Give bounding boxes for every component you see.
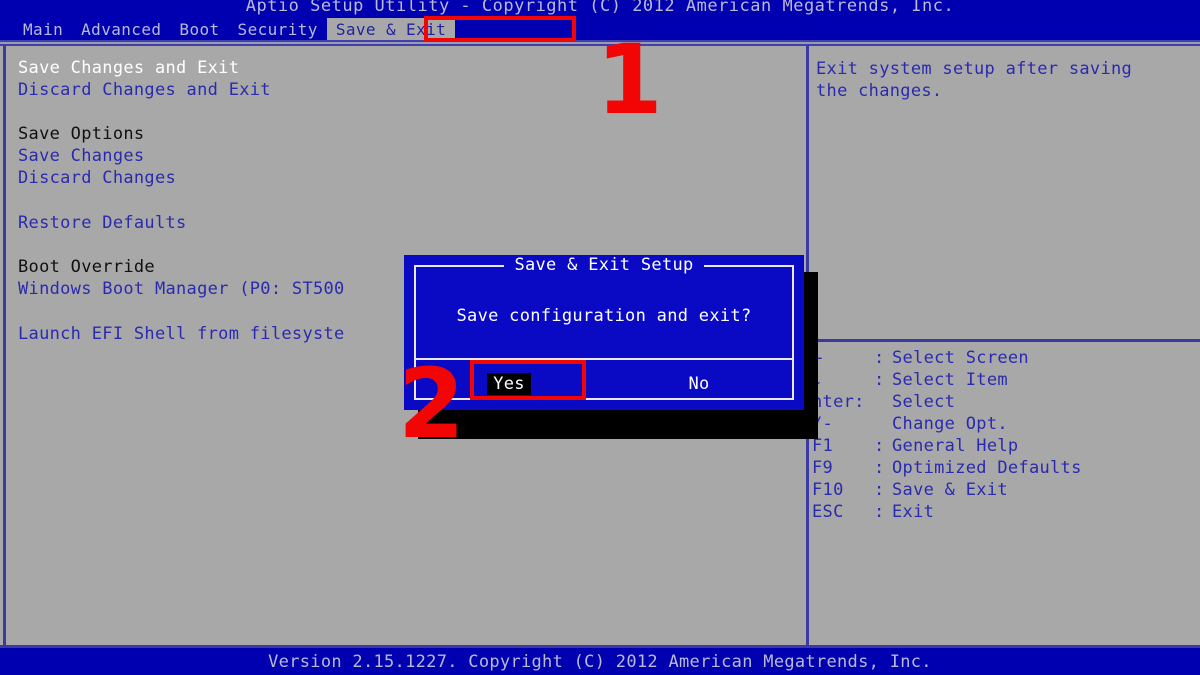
dialog-title-text: Save & Exit Setup [504, 255, 704, 275]
key-legend-key: /- [812, 414, 834, 434]
key-legend-key: F10 [812, 480, 844, 500]
help-description-line: the changes. [816, 81, 943, 101]
save-exit-dialog: Save & Exit Setup Save configuration and… [404, 255, 804, 410]
dialog-button-label: No [688, 374, 710, 394]
key-legend-row: ↓: Select Item [812, 370, 1008, 392]
key-legend-key: ← [812, 348, 874, 368]
key-legend-colon: : [874, 502, 885, 522]
setup-option-item[interactable]: Restore Defaults [18, 213, 187, 233]
key-legend-colon: : [874, 436, 885, 456]
dialog-button-label: Yes [487, 373, 531, 395]
setup-option-item[interactable]: Save Changes [18, 146, 144, 166]
menu-tab-advanced[interactable]: Advanced [72, 18, 170, 41]
key-legend-row: F9: Optimized Defaults [812, 458, 1082, 480]
key-legend-colon: : [874, 370, 885, 390]
key-legend-colon: : [874, 458, 885, 478]
setup-option-item[interactable]: Launch EFI Shell from filesyste [18, 324, 345, 344]
key-legend-action: Optimized Defaults [892, 458, 1082, 478]
key-legend-action: Select Screen [892, 348, 1029, 368]
key-legend-key: ESC [812, 502, 844, 522]
setup-option-item[interactable]: Discard Changes [18, 168, 176, 188]
title-bar: Aptio Setup Utility - Copyright (C) 2012… [0, 0, 1200, 18]
menu-tab-boot[interactable]: Boot [170, 18, 228, 41]
menu-bar: Main Advanced Boot Security Save & Exit [0, 17, 1200, 41]
key-legend-row: ESC: Exit [812, 502, 934, 524]
dialog-message: Save configuration and exit? [456, 306, 752, 326]
key-legend-row: F10: Save & Exit [812, 480, 1008, 502]
key-legend-row: ←: Select Screen [812, 348, 1029, 370]
key-legend-action: Select Item [892, 370, 1008, 390]
dialog-yes-button[interactable]: Yes [414, 360, 604, 408]
page-title: Aptio Setup Utility - Copyright (C) 2012… [245, 0, 955, 16]
key-legend-key: F9 [812, 458, 834, 478]
key-legend-action: Exit [892, 502, 935, 522]
dialog-button-bar: Yes No [414, 358, 794, 408]
option-group-header: Boot Override [18, 257, 155, 277]
help-description: Exit system setup after saving the change… [816, 58, 1200, 102]
option-group-header: Save Options [18, 124, 145, 144]
bios-setup-screen: Aptio Setup Utility - Copyright (C) 2012… [0, 0, 1200, 675]
key-legend-row: nter: Select [812, 392, 955, 414]
menu-item-list: Main Advanced Boot Security Save & Exit [14, 17, 456, 41]
key-legend-action: General Help [892, 436, 1019, 456]
key-legend-key: nter: [812, 392, 865, 412]
key-legend-action: Save & Exit [892, 480, 1008, 500]
help-separator [812, 339, 1200, 342]
dialog-no-button[interactable]: No [604, 360, 794, 408]
key-legend-key: F1 [812, 436, 834, 456]
key-legend-row: F1: General Help [812, 436, 1018, 458]
menu-tab-save-exit[interactable]: Save & Exit [326, 17, 456, 41]
key-legend-colon: : [874, 348, 885, 368]
version-text: Version 2.15.1227. Copyright (C) 2012 Am… [268, 652, 932, 672]
menu-tab-security[interactable]: Security [229, 18, 327, 41]
version-bar: Version 2.15.1227. Copyright (C) 2012 Am… [0, 648, 1200, 675]
help-description-line: Exit system setup after saving [816, 59, 1133, 79]
menu-tab-main[interactable]: Main [14, 18, 72, 41]
setup-option-item[interactable]: Windows Boot Manager (P0: ST500 [18, 279, 345, 299]
key-legend-action: Change Opt. [892, 414, 1008, 434]
key-legend-action: Select [892, 392, 956, 412]
dialog-title: Save & Exit Setup [416, 255, 792, 275]
content-left-border [3, 46, 6, 645]
key-legend-colon: : [874, 480, 885, 500]
key-legend-key: ↓ [812, 370, 874, 390]
setup-option-item[interactable]: Save Changes and Exit [18, 58, 239, 78]
setup-option-item[interactable]: Discard Changes and Exit [18, 80, 271, 100]
key-legend-row: /- Change Opt. [812, 414, 1008, 436]
